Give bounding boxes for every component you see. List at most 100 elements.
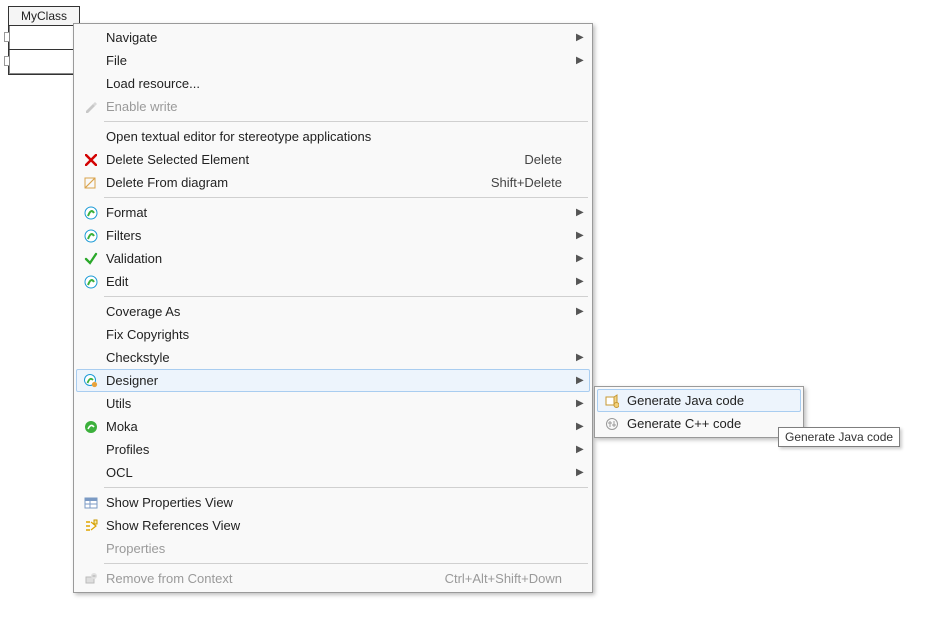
menu-label: Utils	[102, 396, 576, 411]
papyrus-gear-icon	[80, 372, 102, 390]
pencil-icon	[80, 98, 102, 116]
menu-separator	[104, 296, 588, 297]
menu-label: File	[102, 53, 576, 68]
menu-enable-write: Enable write	[76, 95, 590, 118]
moka-icon	[80, 418, 102, 436]
submenu-arrow-icon: ▶	[576, 467, 586, 478]
tooltip-text: Generate Java code	[785, 430, 893, 444]
remove-context-icon	[80, 570, 102, 588]
menu-separator	[104, 197, 588, 198]
compartment-handle-icon	[4, 32, 9, 42]
menu-label: Properties	[102, 541, 576, 556]
menu-label: Open textual editor for stereotype appli…	[102, 129, 576, 144]
blank-icon	[80, 349, 102, 367]
menu-label: Format	[102, 205, 576, 220]
menu-edit[interactable]: Edit ▶	[76, 270, 590, 293]
menu-show-properties[interactable]: Show Properties View	[76, 491, 590, 514]
menu-delete-from-diagram[interactable]: Delete From diagram Shift+Delete	[76, 171, 590, 194]
submenu-arrow-icon: ▶	[576, 375, 586, 386]
menu-label: Profiles	[102, 442, 576, 457]
submenu-label: Generate C++ code	[623, 416, 797, 431]
menu-label: Fix Copyrights	[102, 327, 576, 342]
menu-ocl[interactable]: OCL ▶	[76, 461, 590, 484]
papyrus-icon	[80, 227, 102, 245]
submenu-arrow-icon: ▶	[576, 55, 586, 66]
menu-separator	[104, 487, 588, 488]
diagram-delete-icon	[80, 174, 102, 192]
submenu-arrow-icon: ▶	[576, 32, 586, 43]
menu-remove-from-context: Remove from Context Ctrl+Alt+Shift+Down	[76, 567, 590, 590]
blank-icon	[80, 303, 102, 321]
menu-moka[interactable]: Moka ▶	[76, 415, 590, 438]
uml-class-box[interactable]: MyClass	[8, 6, 80, 75]
menu-label: Checkstyle	[102, 350, 576, 365]
blank-icon	[80, 128, 102, 146]
check-icon	[80, 250, 102, 268]
menu-separator	[104, 563, 588, 564]
generate-java-icon	[601, 392, 623, 410]
menu-accelerator: Ctrl+Alt+Shift+Down	[435, 571, 576, 586]
context-menu: Navigate ▶ File ▶ Load resource... Enabl…	[73, 23, 593, 593]
menu-delete-selected[interactable]: Delete Selected Element Delete	[76, 148, 590, 171]
blank-icon	[80, 395, 102, 413]
menu-label: Navigate	[102, 30, 576, 45]
blank-icon	[80, 29, 102, 47]
menu-utils[interactable]: Utils ▶	[76, 392, 590, 415]
properties-view-icon	[80, 494, 102, 512]
menu-label: Delete Selected Element	[102, 152, 514, 167]
submenu-arrow-icon: ▶	[576, 398, 586, 409]
submenu-arrow-icon: ▶	[576, 352, 586, 363]
submenu-arrow-icon: ▶	[576, 444, 586, 455]
menu-separator	[104, 121, 588, 122]
submenu-generate-java[interactable]: Generate Java code	[597, 389, 801, 412]
submenu-label: Generate Java code	[623, 393, 797, 408]
menu-properties: Properties	[76, 537, 590, 560]
uml-operation-compartment	[9, 50, 79, 74]
menu-filters[interactable]: Filters ▶	[76, 224, 590, 247]
designer-submenu: Generate Java code Generate C++ code	[594, 386, 804, 438]
menu-designer[interactable]: Designer ▶	[76, 369, 590, 392]
submenu-generate-cpp[interactable]: Generate C++ code	[597, 412, 801, 435]
blank-icon	[80, 52, 102, 70]
menu-label: Moka	[102, 419, 576, 434]
menu-navigate[interactable]: Navigate ▶	[76, 26, 590, 49]
compartment-handle-icon	[4, 56, 9, 66]
papyrus-icon	[80, 204, 102, 222]
blank-icon	[80, 75, 102, 93]
menu-label: Filters	[102, 228, 576, 243]
menu-label: Designer	[102, 373, 576, 388]
submenu-arrow-icon: ▶	[576, 253, 586, 264]
submenu-arrow-icon: ▶	[576, 306, 586, 317]
menu-label: OCL	[102, 465, 576, 480]
menu-fix-copyrights[interactable]: Fix Copyrights	[76, 323, 590, 346]
uml-class-name: MyClass	[9, 7, 79, 26]
blank-icon	[80, 326, 102, 344]
menu-checkstyle[interactable]: Checkstyle ▶	[76, 346, 590, 369]
menu-show-references[interactable]: Show References View	[76, 514, 590, 537]
menu-file[interactable]: File ▶	[76, 49, 590, 72]
menu-label: Show Properties View	[102, 495, 576, 510]
tooltip: Generate Java code	[778, 427, 900, 447]
submenu-arrow-icon: ▶	[576, 230, 586, 241]
menu-load-resource[interactable]: Load resource...	[76, 72, 590, 95]
menu-label: Coverage As	[102, 304, 576, 319]
menu-label: Enable write	[102, 99, 576, 114]
submenu-arrow-icon: ▶	[576, 421, 586, 432]
menu-accelerator: Delete	[514, 152, 576, 167]
submenu-arrow-icon: ▶	[576, 276, 586, 287]
menu-format[interactable]: Format ▶	[76, 201, 590, 224]
menu-label: Show References View	[102, 518, 576, 533]
menu-label: Load resource...	[102, 76, 576, 91]
menu-open-textual[interactable]: Open textual editor for stereotype appli…	[76, 125, 590, 148]
menu-coverage-as[interactable]: Coverage As ▶	[76, 300, 590, 323]
menu-profiles[interactable]: Profiles ▶	[76, 438, 590, 461]
blank-icon	[80, 540, 102, 558]
menu-validation[interactable]: Validation ▶	[76, 247, 590, 270]
menu-label: Validation	[102, 251, 576, 266]
x-icon	[80, 151, 102, 169]
menu-label: Delete From diagram	[102, 175, 481, 190]
menu-label: Remove from Context	[102, 571, 435, 586]
papyrus-icon	[80, 273, 102, 291]
blank-icon	[80, 464, 102, 482]
menu-accelerator: Shift+Delete	[481, 175, 576, 190]
